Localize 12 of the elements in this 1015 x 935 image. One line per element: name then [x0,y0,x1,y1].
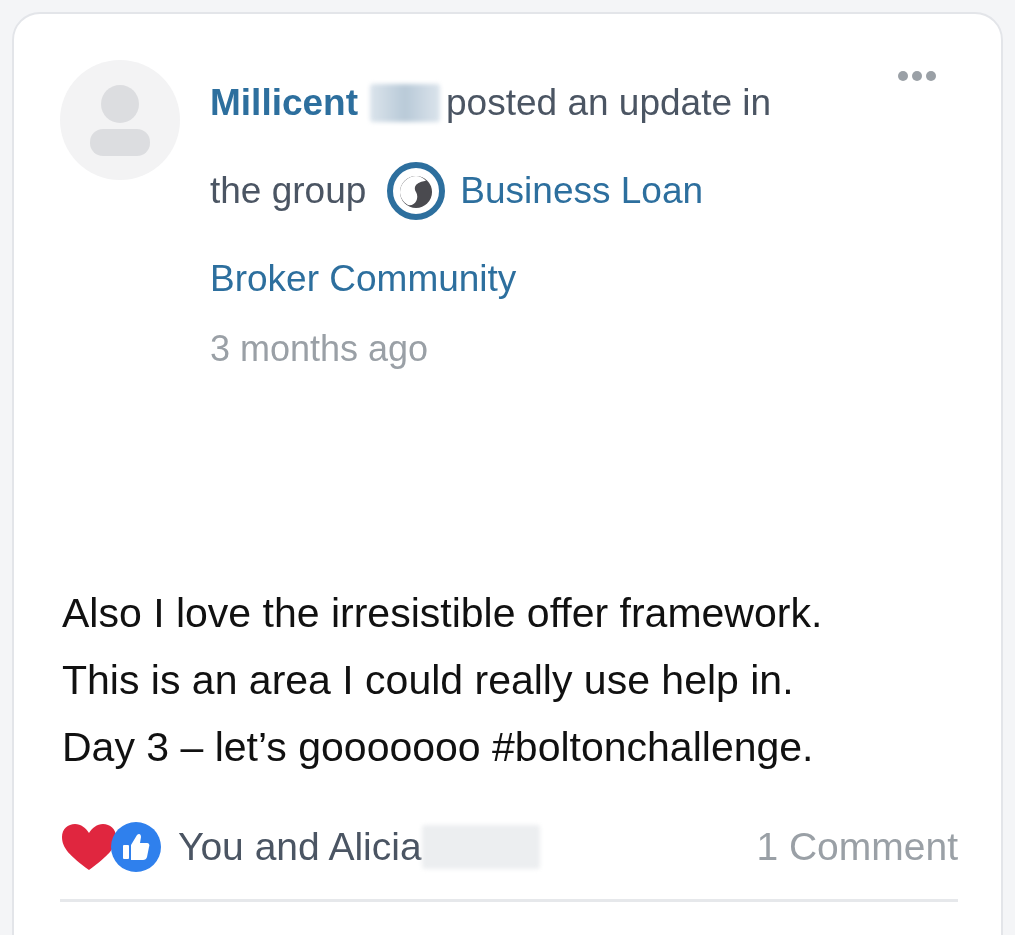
group-logo-icon[interactable] [386,161,447,221]
heart-icon [60,822,118,872]
thumbs-up-icon [110,821,162,873]
post-text: Also I love the irresistible offer framework. This is an area I could really use help in. Day 3 – let’s gooooooo #boltonchallenge. [61,589,824,772]
group-link[interactable]: Business Loan [460,146,704,236]
author-link[interactable]: Millicent [210,58,359,148]
timestamp: 3 months ago [210,328,429,370]
reactions-text[interactable]: You and Alicia [178,825,422,869]
activity-text: the group [210,169,367,213]
more-icon[interactable] [897,70,937,82]
activity-text: posted an update in [446,81,772,125]
group-link[interactable]: Broker Community [210,234,517,324]
